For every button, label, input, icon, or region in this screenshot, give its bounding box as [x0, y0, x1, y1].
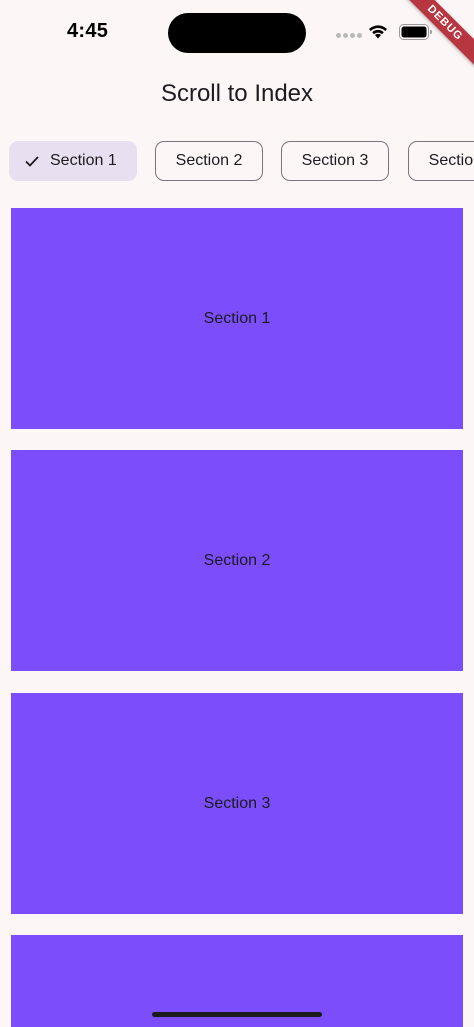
status-bar: 4:45 [0, 0, 474, 62]
wifi-icon [369, 25, 387, 39]
chip-label: Section 2 [175, 152, 243, 169]
section-panel-3: Section 3 [11, 693, 463, 914]
home-indicator[interactable] [152, 1012, 322, 1017]
checkmark-icon [25, 156, 39, 167]
chip-section-4[interactable]: Section 4 [408, 141, 474, 181]
cellular-signal-icon [336, 33, 362, 38]
section-panel-2: Section 2 [11, 450, 463, 671]
section-label: Section 2 [203, 551, 271, 569]
dynamic-island [168, 13, 306, 53]
chip-section-2[interactable]: Section 2 [155, 141, 263, 181]
chip-label: Section 3 [301, 152, 369, 169]
chip-label: Section 4 [428, 152, 474, 169]
chip-label: Section 1 [50, 152, 117, 169]
chip-section-1[interactable]: Section 1 [9, 141, 137, 181]
page-title: Scroll to Index [160, 80, 314, 107]
section-label: Section 3 [203, 794, 271, 812]
chip-section-3[interactable]: Section 3 [281, 141, 389, 181]
status-time: 4:45 [67, 20, 109, 42]
section-label: Section 1 [203, 309, 271, 327]
battery-icon [399, 24, 432, 40]
section-chip-row: Section 1 Section 2 Section 3 Section 4 [0, 141, 474, 183]
section-panel-1: Section 1 [11, 208, 463, 429]
